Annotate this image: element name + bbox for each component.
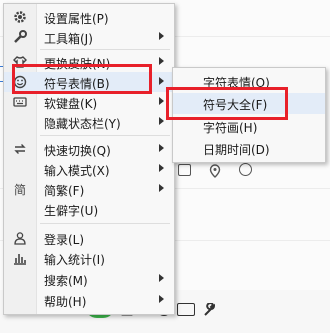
menu-item-search[interactable]: 搜索(M) xyxy=(4,269,174,289)
gear-icon xyxy=(12,9,28,25)
submenu-arrow-icon xyxy=(159,32,164,40)
keyboard-icon xyxy=(12,94,28,110)
menu-item-help[interactable]: 帮助(H) xyxy=(4,290,174,310)
menu-item-toolbox[interactable]: 工具箱(J) xyxy=(4,27,174,47)
submenu-item-label: 字符画(H) xyxy=(203,121,258,135)
menu-item-rare-chars[interactable]: 生僻字(U) xyxy=(4,199,174,219)
menu-separator xyxy=(40,223,170,224)
menu-item-label: 帮助(H) xyxy=(44,295,87,309)
submenu-arrow-icon xyxy=(159,295,164,303)
menu-item-settings[interactable]: 设置属性(P) xyxy=(4,7,174,27)
menu-item-login[interactable]: 登录(L) xyxy=(4,228,174,248)
keyboard-tray-icon[interactable] xyxy=(177,302,195,316)
jian-char-icon: 简 xyxy=(13,182,26,197)
submenu-arrow-icon xyxy=(159,164,164,172)
ime-context-menu: 设置属性(P) 工具箱(J) 更换皮肤(N) 符号表情(B) 软键盘(K) 隐藏… xyxy=(3,3,175,315)
menu-item-label: 简繁(F) xyxy=(44,184,85,198)
menu-item-label: 输入统计(I) xyxy=(44,253,105,267)
video-icon[interactable] xyxy=(178,164,191,176)
switch-arrows-icon xyxy=(12,141,28,157)
highlight-box-symbols-emoji xyxy=(12,64,152,94)
menu-item-label: 隐藏状态栏(Y) xyxy=(44,117,121,131)
submenu-arrow-icon xyxy=(159,117,164,125)
location-pin-icon[interactable] xyxy=(209,163,221,182)
menu-item-label: 搜索(M) xyxy=(44,274,88,288)
menu-item-label: 输入模式(X) xyxy=(44,164,110,178)
submenu-arrow-icon xyxy=(159,57,164,65)
menu-item-label: 工具箱(J) xyxy=(44,32,93,46)
wrench-tray-icon[interactable] xyxy=(203,302,217,316)
menu-item-label: 软键盘(K) xyxy=(44,97,98,111)
menu-item-soft-keyboard[interactable]: 软键盘(K) xyxy=(4,92,174,112)
submenu-item-date-time[interactable]: 日期时间(D) xyxy=(173,138,325,159)
bar-chart-icon xyxy=(12,250,28,266)
menu-item-input-mode[interactable]: 输入模式(X) xyxy=(4,159,174,179)
menu-item-hide-statusbar[interactable]: 隐藏状态栏(Y) xyxy=(4,112,174,132)
menu-separator xyxy=(40,135,170,136)
menu-item-simplified-traditional[interactable]: 简 简繁(F) xyxy=(4,179,174,199)
menu-item-label: 设置属性(P) xyxy=(44,12,109,26)
submenu-arrow-icon xyxy=(159,274,164,282)
submenu-arrow-icon xyxy=(159,77,164,85)
menu-item-label: 快速切换(Q) xyxy=(44,144,111,158)
submenu-arrow-icon xyxy=(159,144,164,152)
menu-item-label: 生僻字(U) xyxy=(44,204,99,218)
clock-icon[interactable] xyxy=(239,163,252,176)
menu-item-input-stats[interactable]: 输入统计(I) xyxy=(4,248,174,268)
menu-item-label: 登录(L) xyxy=(44,233,85,247)
user-icon xyxy=(12,230,28,246)
menu-item-quick-switch[interactable]: 快速切换(Q) xyxy=(4,139,174,159)
submenu-arrow-icon xyxy=(159,184,164,192)
menu-separator xyxy=(40,49,170,50)
wrench-icon xyxy=(12,29,28,45)
highlight-box-symbol-collection xyxy=(166,87,288,120)
submenu-item-label: 日期时间(D) xyxy=(203,143,270,157)
submenu-arrow-icon xyxy=(159,97,164,105)
